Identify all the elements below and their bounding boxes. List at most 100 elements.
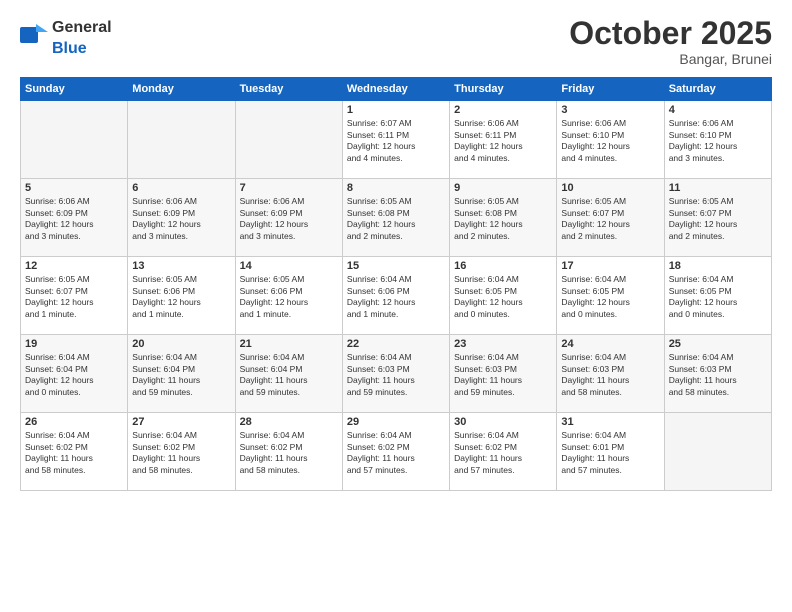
day-info: Sunrise: 6:05 AM Sunset: 6:07 PM Dayligh…: [25, 274, 123, 320]
calendar-cell: 16 Sunrise: 6:04 AM Sunset: 6:05 PM Dayli…: [450, 257, 557, 335]
day-number: 16: [454, 260, 552, 272]
day-info: Sunrise: 6:04 AM Sunset: 6:03 PM Dayligh…: [561, 352, 659, 398]
day-info: Sunrise: 6:04 AM Sunset: 6:05 PM Dayligh…: [454, 274, 552, 320]
calendar-cell: 10 Sunrise: 6:05 AM Sunset: 6:07 PM Dayli…: [557, 179, 664, 257]
day-info: Sunrise: 6:05 AM Sunset: 6:07 PM Dayligh…: [561, 196, 659, 242]
day-info: Sunrise: 6:04 AM Sunset: 6:06 PM Dayligh…: [347, 274, 445, 320]
calendar-cell: 3Sunrise: 6:06 AM Sunset: 6:10 PM Daylig…: [557, 101, 664, 179]
day-number: 15: [347, 260, 445, 272]
calendar-cell: 27Sunrise: 6:04 AM Sunset: 6:02 PM Dayli…: [128, 413, 235, 491]
day-number: 18: [669, 260, 767, 272]
day-number: 25: [669, 338, 767, 350]
day-info: Sunrise: 6:04 AM Sunset: 6:05 PM Dayligh…: [669, 274, 767, 320]
calendar-cell: 29 Sunrise: 6:04 AM Sunset: 6:02 PM Dayli…: [342, 413, 449, 491]
day-info: Sunrise: 6:04 AM Sunset: 6:04 PM Dayligh…: [240, 352, 338, 398]
calendar-week-1: 1 Sunrise: 6:07 AM Sunset: 6:11 PM Daylig…: [21, 101, 772, 179]
month-title: October 2025: [569, 16, 772, 51]
day-info: Sunrise: 6:06 AM Sunset: 6:09 PM Dayligh…: [240, 196, 338, 242]
day-info: Sunrise: 6:05 AM Sunset: 6:08 PM Dayligh…: [347, 196, 445, 242]
calendar-cell: 17Sunrise: 6:04 AM Sunset: 6:05 PM Dayli…: [557, 257, 664, 335]
day-number: 2: [454, 104, 552, 116]
day-info: Sunrise: 6:05 AM Sunset: 6:07 PM Dayligh…: [669, 196, 767, 242]
header: General Blue October 2025 Bangar, Brunei: [20, 16, 772, 67]
logo-blue: Blue: [52, 40, 87, 57]
calendar-header-thursday: Thursday: [450, 78, 557, 101]
day-number: 14: [240, 260, 338, 272]
day-number: 8: [347, 182, 445, 194]
day-number: 26: [25, 416, 123, 428]
calendar-table: SundayMondayTuesdayWednesdayThursdayFrid…: [20, 77, 772, 491]
day-number: 28: [240, 416, 338, 428]
day-info: Sunrise: 6:04 AM Sunset: 6:04 PM Dayligh…: [25, 352, 123, 398]
day-number: 12: [25, 260, 123, 272]
day-info: Sunrise: 6:06 AM Sunset: 6:10 PM Dayligh…: [669, 118, 767, 164]
calendar-cell: 19Sunrise: 6:04 AM Sunset: 6:04 PM Dayli…: [21, 335, 128, 413]
day-number: 4: [669, 104, 767, 116]
day-info: Sunrise: 6:06 AM Sunset: 6:09 PM Dayligh…: [132, 196, 230, 242]
day-info: Sunrise: 6:05 AM Sunset: 6:08 PM Dayligh…: [454, 196, 552, 242]
calendar-header-row: SundayMondayTuesdayWednesdayThursdayFrid…: [21, 78, 772, 101]
calendar-header-wednesday: Wednesday: [342, 78, 449, 101]
day-info: Sunrise: 6:04 AM Sunset: 6:02 PM Dayligh…: [454, 430, 552, 476]
day-number: 1: [347, 104, 445, 116]
calendar-cell: 13 Sunrise: 6:05 AM Sunset: 6:06 PM Dayli…: [128, 257, 235, 335]
page: General Blue October 2025 Bangar, Brunei…: [0, 0, 792, 612]
calendar-cell: 30 Sunrise: 6:04 AM Sunset: 6:02 PM Dayli…: [450, 413, 557, 491]
day-number: 5: [25, 182, 123, 194]
day-number: 13: [132, 260, 230, 272]
day-info: Sunrise: 6:04 AM Sunset: 6:03 PM Dayligh…: [454, 352, 552, 398]
calendar-cell: [21, 101, 128, 179]
calendar-cell: 4 Sunrise: 6:06 AM Sunset: 6:10 PM Daylig…: [664, 101, 771, 179]
day-number: 10: [561, 182, 659, 194]
day-number: 31: [561, 416, 659, 428]
day-info: Sunrise: 6:04 AM Sunset: 6:01 PM Dayligh…: [561, 430, 659, 476]
calendar-cell: [664, 413, 771, 491]
logo-icon: [20, 24, 48, 51]
calendar-cell: 24 Sunrise: 6:04 AM Sunset: 6:03 PM Dayli…: [557, 335, 664, 413]
logo-general: General: [52, 19, 112, 36]
day-info: Sunrise: 6:04 AM Sunset: 6:03 PM Dayligh…: [347, 352, 445, 398]
day-number: 24: [561, 338, 659, 350]
calendar-header-tuesday: Tuesday: [235, 78, 342, 101]
calendar-header-monday: Monday: [128, 78, 235, 101]
calendar-cell: 23 Sunrise: 6:04 AM Sunset: 6:03 PM Dayli…: [450, 335, 557, 413]
day-number: 17: [561, 260, 659, 272]
calendar-header-friday: Friday: [557, 78, 664, 101]
logo: General Blue: [20, 16, 112, 58]
day-number: 7: [240, 182, 338, 194]
calendar-cell: 6 Sunrise: 6:06 AM Sunset: 6:09 PM Daylig…: [128, 179, 235, 257]
calendar-cell: 8 Sunrise: 6:05 AM Sunset: 6:08 PM Daylig…: [342, 179, 449, 257]
calendar-cell: 20Sunrise: 6:04 AM Sunset: 6:04 PM Dayli…: [128, 335, 235, 413]
calendar-cell: 14Sunrise: 6:05 AM Sunset: 6:06 PM Dayli…: [235, 257, 342, 335]
calendar-cell: 25 Sunrise: 6:04 AM Sunset: 6:03 PM Dayli…: [664, 335, 771, 413]
calendar-week-3: 12 Sunrise: 6:05 AM Sunset: 6:07 PM Dayli…: [21, 257, 772, 335]
calendar-week-4: 19Sunrise: 6:04 AM Sunset: 6:04 PM Dayli…: [21, 335, 772, 413]
day-number: 11: [669, 182, 767, 194]
day-info: Sunrise: 6:06 AM Sunset: 6:09 PM Dayligh…: [25, 196, 123, 242]
calendar-cell: [235, 101, 342, 179]
day-info: Sunrise: 6:07 AM Sunset: 6:11 PM Dayligh…: [347, 118, 445, 164]
day-number: 23: [454, 338, 552, 350]
day-number: 29: [347, 416, 445, 428]
calendar-cell: 9Sunrise: 6:05 AM Sunset: 6:08 PM Daylig…: [450, 179, 557, 257]
day-info: Sunrise: 6:05 AM Sunset: 6:06 PM Dayligh…: [132, 274, 230, 320]
calendar-cell: 2 Sunrise: 6:06 AM Sunset: 6:11 PM Daylig…: [450, 101, 557, 179]
day-number: 6: [132, 182, 230, 194]
day-info: Sunrise: 6:04 AM Sunset: 6:02 PM Dayligh…: [347, 430, 445, 476]
day-number: 20: [132, 338, 230, 350]
calendar-week-2: 5 Sunrise: 6:06 AM Sunset: 6:09 PM Daylig…: [21, 179, 772, 257]
day-info: Sunrise: 6:06 AM Sunset: 6:10 PM Dayligh…: [561, 118, 659, 164]
day-info: Sunrise: 6:04 AM Sunset: 6:03 PM Dayligh…: [669, 352, 767, 398]
day-number: 22: [347, 338, 445, 350]
calendar-header-saturday: Saturday: [664, 78, 771, 101]
calendar-cell: 22 Sunrise: 6:04 AM Sunset: 6:03 PM Dayli…: [342, 335, 449, 413]
calendar-cell: 26Sunrise: 6:04 AM Sunset: 6:02 PM Dayli…: [21, 413, 128, 491]
calendar-cell: 31 Sunrise: 6:04 AM Sunset: 6:01 PM Dayli…: [557, 413, 664, 491]
day-info: Sunrise: 6:06 AM Sunset: 6:11 PM Dayligh…: [454, 118, 552, 164]
day-number: 30: [454, 416, 552, 428]
calendar-cell: 21Sunrise: 6:04 AM Sunset: 6:04 PM Dayli…: [235, 335, 342, 413]
calendar-cell: 11 Sunrise: 6:05 AM Sunset: 6:07 PM Dayli…: [664, 179, 771, 257]
calendar-cell: 28Sunrise: 6:04 AM Sunset: 6:02 PM Dayli…: [235, 413, 342, 491]
calendar-cell: [128, 101, 235, 179]
title-area: October 2025 Bangar, Brunei: [569, 16, 772, 67]
